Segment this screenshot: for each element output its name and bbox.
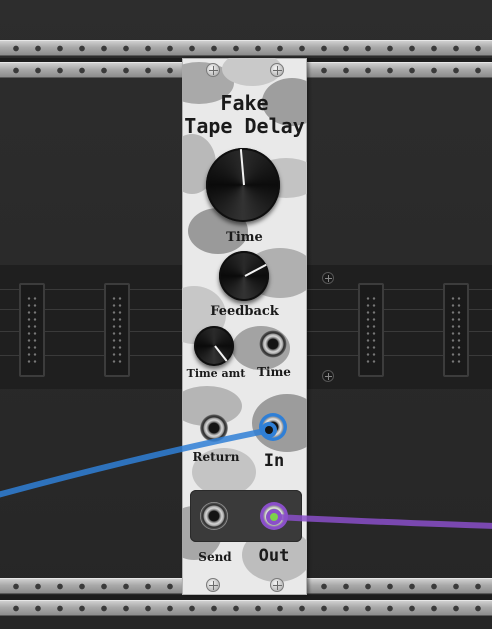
in-patch-cable[interactable] xyxy=(0,427,273,498)
patch-cables xyxy=(0,422,492,529)
out-patch-cable[interactable] xyxy=(271,514,492,529)
